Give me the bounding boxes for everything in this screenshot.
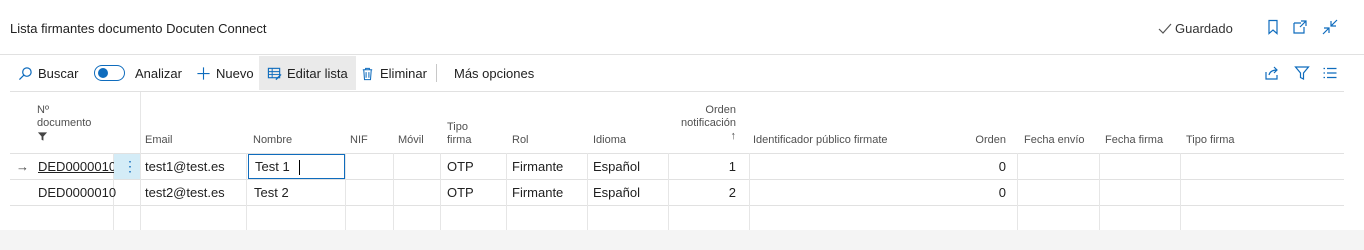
search-icon bbox=[18, 66, 32, 80]
more-options-button[interactable]: Más opciones bbox=[454, 56, 534, 90]
new-label: Nuevo bbox=[216, 65, 254, 81]
delete-button[interactable]: Eliminar bbox=[360, 56, 427, 90]
col-sign-type-header[interactable]: Tipo firma bbox=[447, 121, 471, 147]
more-options-label: Más opciones bbox=[454, 65, 535, 81]
role-cell[interactable]: Firmante bbox=[512, 159, 563, 175]
empty-new-row[interactable] bbox=[10, 206, 1344, 230]
share-icon[interactable] bbox=[1264, 65, 1280, 81]
text-cursor bbox=[299, 160, 300, 175]
col-language-header[interactable]: Idioma bbox=[593, 134, 626, 147]
search-button[interactable]: Buscar bbox=[18, 56, 78, 90]
email-cell[interactable]: test2@test.es bbox=[145, 185, 225, 201]
bookmark-icon[interactable] bbox=[1265, 19, 1281, 35]
edit-list-button[interactable]: Editar lista bbox=[259, 56, 356, 90]
row-divider bbox=[10, 179, 1344, 180]
analyze-label: Analizar bbox=[135, 65, 182, 81]
checkmark-icon bbox=[1158, 23, 1172, 34]
language-cell[interactable]: Español bbox=[593, 185, 640, 201]
filter-applied-icon bbox=[37, 132, 48, 141]
language-cell[interactable]: Español bbox=[593, 159, 640, 175]
col-header-line: documento bbox=[37, 117, 92, 129]
notif-order-cell[interactable]: 1 bbox=[670, 159, 736, 175]
col-email-header[interactable]: Email bbox=[145, 134, 173, 147]
search-label: Buscar bbox=[38, 65, 79, 81]
col-sign-date-header[interactable]: Fecha firma bbox=[1105, 134, 1163, 147]
col-header-line: firma bbox=[447, 134, 472, 146]
doc-no-cell[interactable]: DED0000010 bbox=[38, 185, 116, 201]
name-input-value: Test 1 bbox=[255, 159, 290, 174]
collapse-icon[interactable] bbox=[1322, 19, 1338, 35]
col-name-header[interactable]: Nombre bbox=[253, 134, 292, 147]
trash-icon bbox=[362, 67, 373, 80]
action-bar: Buscar Analizar Nuevo Editar lista Elimi… bbox=[0, 56, 1364, 90]
delete-label: Eliminar bbox=[380, 65, 427, 81]
order-cell[interactable]: 0 bbox=[950, 185, 1006, 201]
col-order-header[interactable]: Orden bbox=[950, 134, 1006, 147]
col-send-date-header[interactable]: Fecha envío bbox=[1024, 134, 1085, 147]
doc-no-link[interactable]: DED0000010 bbox=[38, 159, 116, 175]
order-cell[interactable]: 0 bbox=[950, 159, 1006, 175]
role-cell[interactable]: Firmante bbox=[512, 185, 563, 201]
col-sign-type2-header[interactable]: Tipo firma bbox=[1186, 134, 1235, 147]
analyze-toggle[interactable]: Analizar bbox=[94, 56, 182, 90]
col-header-line: Tipo bbox=[447, 121, 468, 133]
list-view-icon[interactable] bbox=[1322, 65, 1338, 81]
open-new-window-icon[interactable] bbox=[1292, 19, 1308, 35]
email-cell[interactable]: test1@test.es bbox=[145, 159, 225, 175]
edit-list-label: Editar lista bbox=[287, 65, 348, 81]
col-mobile-header[interactable]: Móvil bbox=[398, 134, 424, 147]
filter-icon[interactable] bbox=[1294, 65, 1310, 81]
col-nif-header[interactable]: NIF bbox=[350, 134, 368, 147]
sort-ascending-icon: ↑ bbox=[730, 130, 737, 142]
page-header: Lista firmantes documento Docuten Connec… bbox=[0, 0, 1364, 55]
page-footer-area bbox=[0, 230, 1364, 250]
col-header-line: notificación bbox=[680, 117, 736, 129]
col-doc-no-header[interactable]: Nº documento bbox=[37, 104, 91, 146]
name-input[interactable]: Test 1 bbox=[248, 154, 345, 179]
saved-status: Guardado bbox=[1158, 21, 1233, 36]
sign-type-cell[interactable]: OTP bbox=[447, 185, 474, 201]
sign-type-cell[interactable]: OTP bbox=[447, 159, 474, 175]
new-button[interactable]: Nuevo bbox=[196, 56, 254, 90]
row-menu-button[interactable]: ⋮ bbox=[114, 154, 140, 179]
current-row-arrow-icon: → bbox=[16, 159, 29, 174]
header-divider bbox=[10, 153, 1344, 154]
plus-icon bbox=[197, 66, 210, 80]
more-vertical-icon: ⋮ bbox=[123, 158, 137, 174]
toolbar-divider bbox=[436, 64, 437, 82]
col-header-line: Orden bbox=[705, 104, 736, 116]
col-notif-order-header[interactable]: Orden notificación ↑ bbox=[650, 104, 736, 143]
name-cell[interactable]: Test 2 bbox=[254, 185, 289, 201]
col-role-header[interactable]: Rol bbox=[512, 134, 529, 147]
signers-grid: Nº documento Email Nombre NIF Móvil Tipo… bbox=[10, 91, 1344, 231]
saved-label: Guardado bbox=[1175, 21, 1233, 36]
notif-order-cell[interactable]: 2 bbox=[670, 185, 736, 201]
col-public-id-header[interactable]: Identificador público firmate bbox=[753, 134, 888, 147]
col-header-line: Nº bbox=[37, 104, 49, 116]
page-title: Lista firmantes documento Docuten Connec… bbox=[10, 21, 267, 36]
toggle-switch[interactable] bbox=[94, 65, 125, 81]
edit-list-icon bbox=[267, 67, 282, 80]
